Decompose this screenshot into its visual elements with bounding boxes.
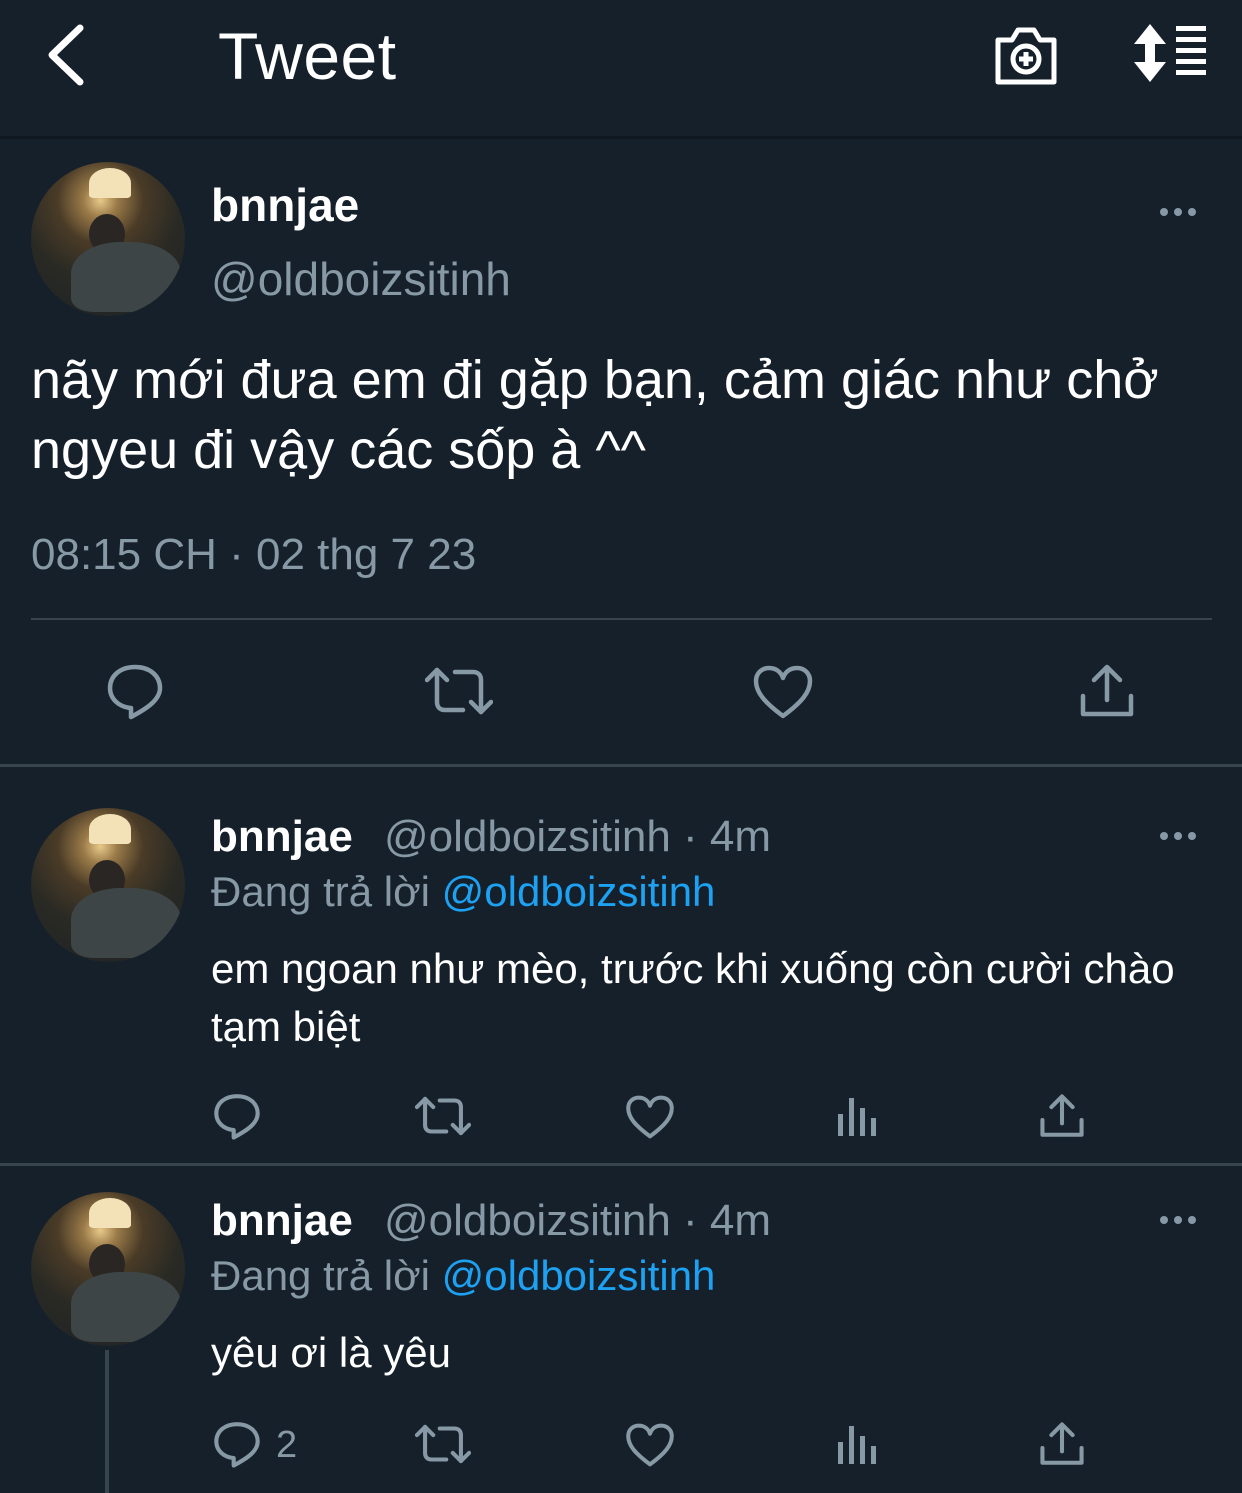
share-icon[interactable] [1040,1094,1084,1138]
retweet-icon[interactable] [425,664,493,718]
top-bar: Tweet [0,0,1242,139]
divider [31,618,1212,620]
reply-icon[interactable] [213,1420,261,1468]
camera-add-icon[interactable] [992,22,1060,88]
divider [0,1163,1242,1166]
tweet-timestamp[interactable]: 08:15 CH · 02 thg 7 23 [31,530,476,580]
thread-connector-line [105,1350,109,1493]
heart-icon[interactable] [625,1094,675,1140]
share-icon[interactable] [1080,664,1134,718]
heart-icon[interactable] [752,664,814,720]
share-icon[interactable] [1040,1422,1084,1466]
reply-text: yêu ơi là yêu [211,1329,452,1376]
replying-to-label: Đang trả lời [211,868,442,915]
more-options-icon[interactable] [1160,1214,1200,1226]
replying-to: Đang trả lời @oldboizsitinh [211,1252,715,1300]
author-handle-time[interactable]: @oldboizsitinh · 4m [384,1196,771,1246]
reply-text: em ngoan như mèo, trước khi xuống còn cư… [211,945,1175,1050]
avatar[interactable] [31,1192,185,1346]
author-name[interactable]: bnnjae [211,178,359,232]
page-title: Tweet [218,19,397,93]
author-handle[interactable]: @oldboizsitinh [211,252,511,306]
author-handle-time[interactable]: @oldboizsitinh · 4m [384,812,771,862]
back-arrow-icon[interactable] [36,20,106,90]
avatar[interactable] [31,162,185,316]
more-options-icon[interactable] [1160,206,1200,218]
replying-to: Đang trả lời @oldboizsitinh [211,868,715,916]
author-name[interactable]: bnnjae [211,812,353,862]
author-name[interactable]: bnnjae [211,1196,353,1246]
mention-link[interactable]: @oldboizsitinh [442,1252,716,1299]
reply-icon[interactable] [213,1092,261,1140]
sort-timeline-icon[interactable] [1130,22,1210,84]
retweet-icon[interactable] [415,1422,471,1466]
analytics-icon[interactable] [836,1422,878,1466]
more-options-icon[interactable] [1160,830,1200,842]
avatar[interactable] [31,808,185,962]
mention-link[interactable]: @oldboizsitinh [442,868,716,915]
divider [0,764,1242,767]
reply-icon[interactable] [106,662,164,720]
heart-icon[interactable] [625,1422,675,1468]
reply-count: 2 [276,1424,298,1466]
retweet-icon[interactable] [415,1094,471,1138]
analytics-icon[interactable] [836,1094,878,1138]
tweet-text: nãy mới đưa em đi gặp bạn, cảm giác như … [31,350,1159,480]
replying-to-label: Đang trả lời [211,1252,442,1299]
